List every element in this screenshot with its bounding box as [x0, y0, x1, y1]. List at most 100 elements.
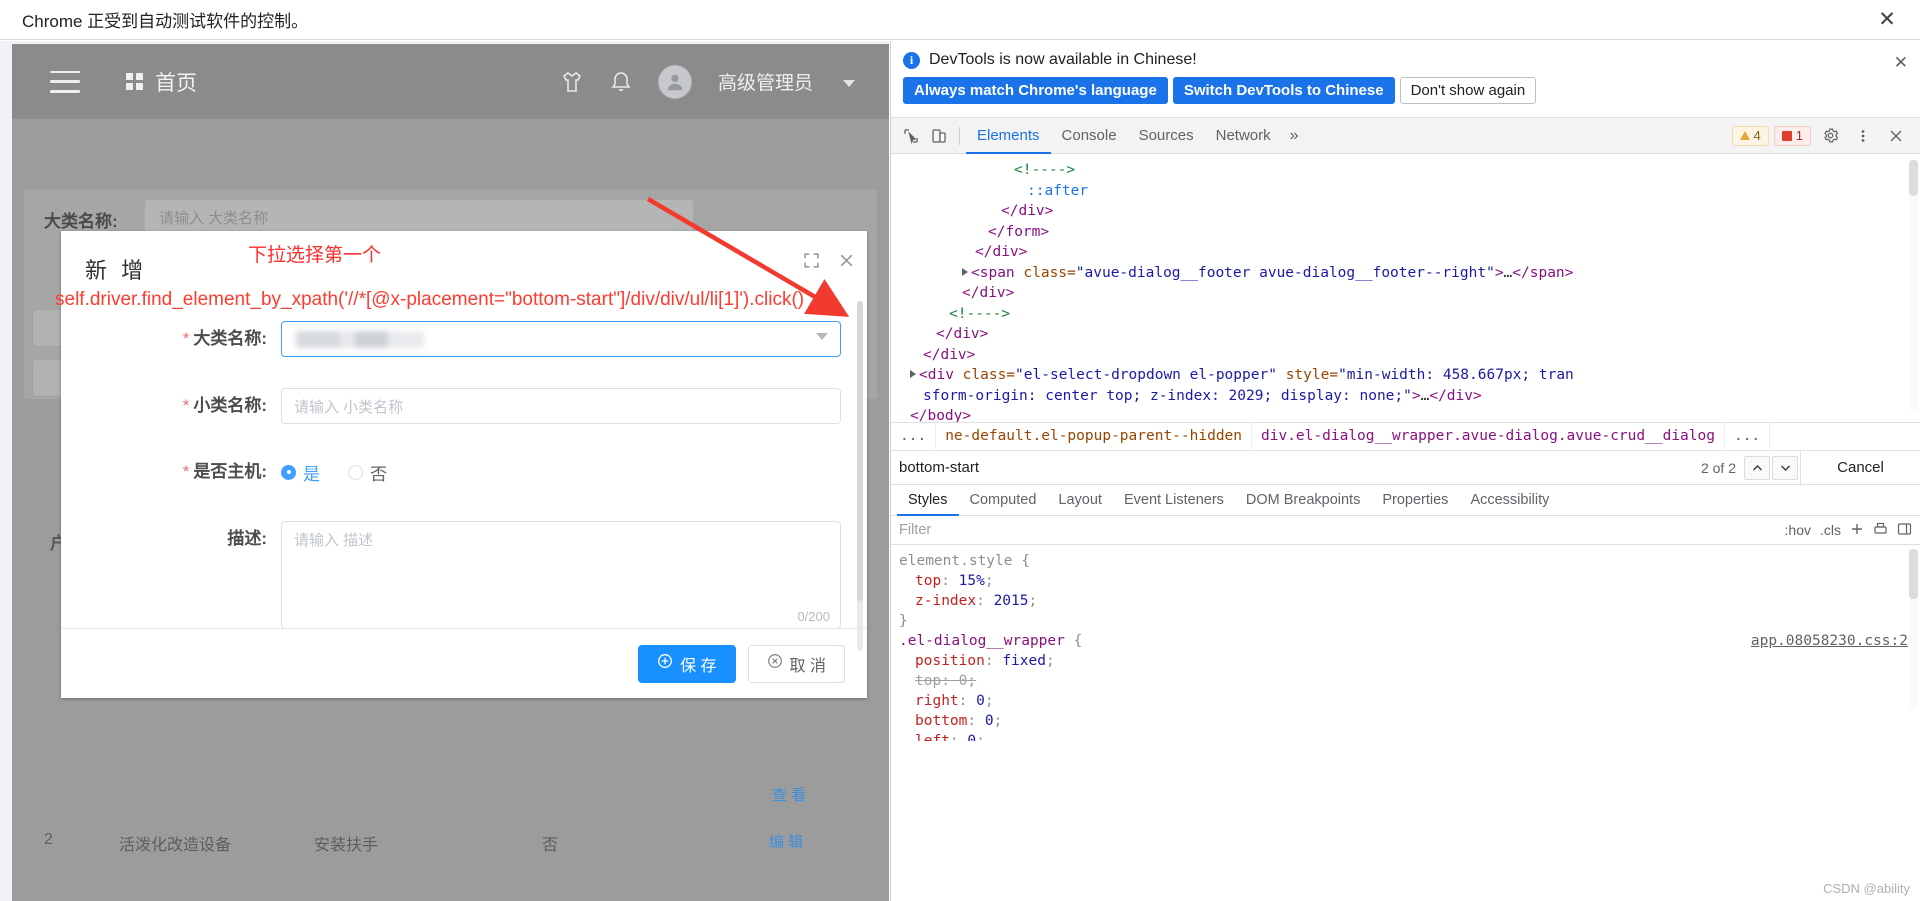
- toggle-sidebar-icon[interactable]: [1897, 522, 1912, 539]
- select-big-category[interactable]: [281, 321, 841, 357]
- error-count-badge[interactable]: 1: [1773, 125, 1811, 146]
- search-cancel-button[interactable]: Cancel: [1800, 450, 1920, 485]
- tab-sources[interactable]: Sources: [1128, 118, 1205, 154]
- radio-is-host-yes[interactable]: 是: [281, 460, 320, 485]
- style-declaration[interactable]: element.style {: [899, 551, 1920, 571]
- style-declaration[interactable]: z-index: 2015;: [899, 591, 1920, 611]
- style-token: :: [984, 653, 1003, 669]
- styles-tab-event-listeners[interactable]: Event Listeners: [1113, 485, 1235, 516]
- header-actions: 高级管理员: [560, 64, 855, 99]
- nav-home-label[interactable]: 首页: [155, 67, 197, 97]
- user-avatar[interactable]: [657, 64, 692, 99]
- styles-tab-layout[interactable]: Layout: [1047, 485, 1113, 516]
- dom-line[interactable]: <span class="avue-dialog__footer avue-di…: [897, 263, 1920, 284]
- close-icon[interactable]: ✕: [1894, 53, 1908, 73]
- radio-is-host-no[interactable]: 否: [348, 460, 387, 485]
- bg-input-big-category[interactable]: 请输入 大类名称: [144, 199, 694, 235]
- style-token: .el-dialog__wrapper: [899, 633, 1065, 649]
- dom-tree[interactable]: <!---->::after </div> </form> </div> <span c…: [891, 154, 1920, 422]
- dialog-scrollbar[interactable]: [857, 301, 863, 651]
- styles-pane[interactable]: element.style {top: 15%; z-index: 2015;}.…: [891, 545, 1920, 741]
- chevron-down-icon[interactable]: [816, 333, 828, 340]
- row-edit-link[interactable]: 编 辑: [769, 831, 803, 852]
- dom-token: <!---->: [949, 305, 1011, 322]
- close-icon[interactable]: [1882, 123, 1910, 149]
- textarea-description[interactable]: 请输入 描述 0/200: [281, 521, 841, 629]
- styles-tab-styles[interactable]: Styles: [897, 485, 959, 516]
- styles-tabs: Styles Computed Layout Event Listeners DOM B…: [891, 485, 1920, 516]
- dont-show-again-button[interactable]: Don't show again: [1399, 77, 1537, 104]
- dom-line[interactable]: sform-origin: center top; z-index: 2029;…: [897, 386, 1920, 407]
- dom-line[interactable]: </body>: [897, 406, 1920, 422]
- breadcrumb-item[interactable]: ...: [891, 422, 937, 451]
- cls-toggle[interactable]: .cls: [1820, 522, 1841, 538]
- dom-token: ::after: [1027, 182, 1089, 199]
- breadcrumb-item[interactable]: div.el-dialog__wrapper.avue-dialog.avue-…: [1252, 422, 1725, 451]
- style-declaration[interactable]: .el-dialog__wrapper {app.08058230.css:2: [899, 631, 1920, 651]
- dom-line[interactable]: <div class="el-select-dropdown el-popper…: [897, 365, 1920, 386]
- cancel-button[interactable]: 取 消: [747, 644, 845, 683]
- style-declaration[interactable]: bottom: 0;: [899, 711, 1920, 731]
- chevron-double-right-icon[interactable]: »: [1282, 127, 1307, 145]
- switch-to-chinese-button[interactable]: Switch DevTools to Chinese: [1172, 77, 1395, 104]
- breadcrumb-item[interactable]: ne-default.el-popup-parent--hidden: [936, 422, 1253, 451]
- style-declaration[interactable]: right: 0;: [899, 691, 1920, 711]
- styles-scrollbar[interactable]: [1909, 549, 1918, 709]
- dom-line[interactable]: </div>: [897, 324, 1920, 345]
- dom-line[interactable]: </div>: [897, 345, 1920, 366]
- dom-search-bar: bottom-start 2 of 2 Cancel: [891, 450, 1920, 485]
- expand-triangle-icon[interactable]: [910, 370, 916, 378]
- add-style-rule-icon[interactable]: [1850, 522, 1864, 539]
- tab-network[interactable]: Network: [1205, 118, 1282, 154]
- styles-tab-dom-breakpoints[interactable]: DOM Breakpoints: [1235, 485, 1371, 516]
- dom-line[interactable]: </div>: [897, 201, 1920, 222]
- label-big-category: * 大类名称:: [182, 329, 267, 348]
- dom-tree-scrollbar[interactable]: [1909, 160, 1918, 410]
- automation-notice-text: Chrome 正受到自动测试软件的控制。: [22, 12, 309, 31]
- expand-triangle-icon[interactable]: [962, 267, 968, 276]
- styles-tab-properties[interactable]: Properties: [1371, 485, 1459, 516]
- style-declaration[interactable]: top: 0;: [899, 671, 1920, 691]
- stylesheet-source-link[interactable]: app.08058230.css:2: [1751, 631, 1920, 651]
- tab-console[interactable]: Console: [1051, 118, 1128, 154]
- search-input[interactable]: bottom-start: [891, 459, 1701, 476]
- hamburger-icon[interactable]: [50, 70, 80, 93]
- style-declaration[interactable]: }: [899, 611, 1920, 631]
- filter-input[interactable]: Filter: [891, 522, 1785, 538]
- dom-line[interactable]: </div>: [897, 283, 1920, 304]
- styles-tab-accessibility[interactable]: Accessibility: [1459, 485, 1560, 516]
- gear-icon[interactable]: [1816, 123, 1844, 149]
- dom-line[interactable]: <!---->: [897, 160, 1920, 181]
- user-name-label[interactable]: 高级管理员: [718, 68, 813, 95]
- styles-tab-computed[interactable]: Computed: [959, 485, 1048, 516]
- close-icon[interactable]: ✕: [1876, 9, 1898, 31]
- style-token: :: [976, 593, 994, 609]
- save-button[interactable]: 保 存: [638, 644, 736, 683]
- tab-elements[interactable]: Elements: [966, 118, 1051, 154]
- style-declaration[interactable]: left: 0;: [899, 731, 1920, 741]
- chevron-up-icon[interactable]: [1744, 455, 1770, 480]
- hov-toggle[interactable]: :hov: [1785, 522, 1811, 538]
- style-declaration[interactable]: position: fixed;: [899, 651, 1920, 671]
- print-media-icon[interactable]: [1873, 522, 1888, 539]
- style-declaration[interactable]: top: 15%;: [899, 571, 1920, 591]
- dom-line[interactable]: </form>: [897, 222, 1920, 243]
- grid-apps-icon[interactable]: [126, 73, 143, 90]
- inspect-element-icon[interactable]: [897, 123, 925, 149]
- warning-count-badge[interactable]: 4: [1731, 125, 1769, 146]
- theme-icon[interactable]: [560, 70, 584, 94]
- row-view-link[interactable]: 查 看: [772, 784, 806, 805]
- notification-icon[interactable]: [610, 70, 632, 94]
- input-small-category[interactable]: 请输入 小类名称: [281, 388, 841, 424]
- dom-line[interactable]: ::after: [897, 181, 1920, 202]
- chevron-down-icon[interactable]: [843, 79, 855, 87]
- breadcrumb-item[interactable]: ...: [1725, 422, 1771, 451]
- dialog-footer: 保 存 取 消: [61, 628, 867, 698]
- dom-line[interactable]: </div>: [897, 242, 1920, 263]
- style-token: 2015: [993, 593, 1029, 609]
- always-match-language-button[interactable]: Always match Chrome's language: [903, 77, 1168, 104]
- chevron-down-icon[interactable]: [1772, 455, 1798, 480]
- device-toolbar-icon[interactable]: [925, 123, 953, 149]
- more-vertical-icon[interactable]: [1849, 123, 1877, 149]
- dom-line[interactable]: <!---->: [897, 304, 1920, 325]
